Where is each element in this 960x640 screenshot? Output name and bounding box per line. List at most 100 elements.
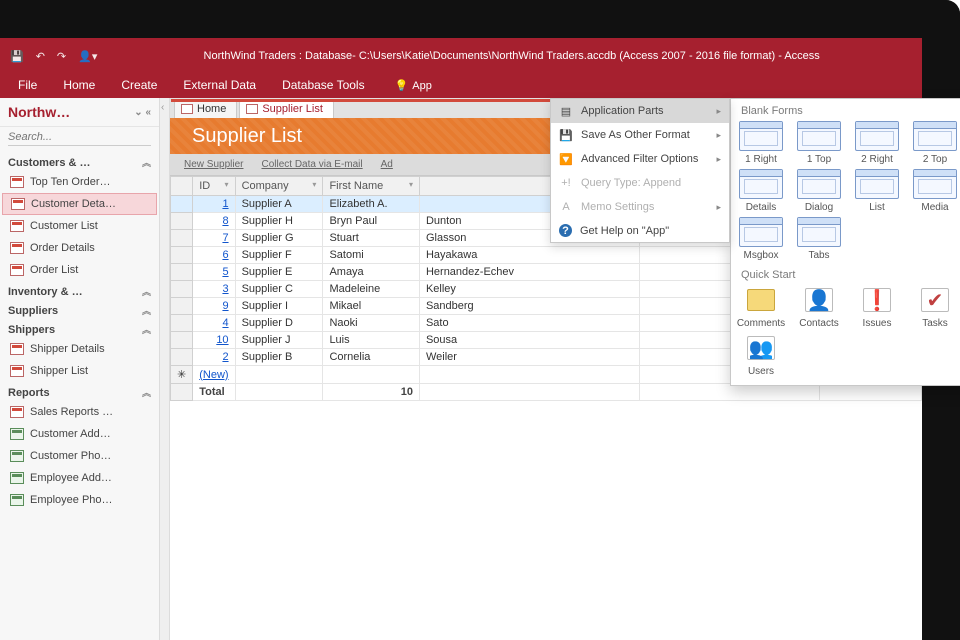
nav-item[interactable]: Customer Add…	[0, 423, 159, 445]
gallery-item[interactable]: ✔Tasks	[911, 285, 959, 329]
cell-company[interactable]: Supplier G	[235, 230, 323, 247]
gallery-item[interactable]: Tabs	[795, 217, 843, 261]
cell-first[interactable]: Elizabeth A.	[323, 196, 420, 213]
row-selector[interactable]	[171, 315, 193, 332]
gallery-item[interactable]: Details	[737, 169, 785, 213]
cell-id[interactable]: 2	[193, 349, 235, 366]
cell-id[interactable]: 10	[193, 332, 235, 349]
ribbon-tab-external-data[interactable]: External Data	[171, 74, 268, 98]
cell-first[interactable]: Amaya	[323, 264, 420, 281]
gallery-item[interactable]: ❗Issues	[853, 285, 901, 329]
row-selector[interactable]	[171, 196, 193, 213]
cell-company[interactable]: Supplier H	[235, 213, 323, 230]
menu-item[interactable]: 💾Save As Other Format▸	[551, 123, 729, 147]
cell-company[interactable]: Supplier J	[235, 332, 323, 349]
save-icon[interactable]: 💾	[10, 50, 24, 63]
col-first-name[interactable]: First Name▾	[323, 177, 420, 196]
row-selector[interactable]	[171, 264, 193, 281]
cell-first[interactable]: Mikael	[323, 298, 420, 315]
doc-tab-home[interactable]: Home	[174, 100, 237, 118]
gallery-item[interactable]: 2 Top	[911, 121, 959, 165]
nav-group[interactable]: Shippers︽	[0, 319, 159, 338]
gallery-item[interactable]: Comments	[737, 285, 785, 329]
nav-collapse-handle[interactable]	[160, 98, 170, 640]
nav-group[interactable]: Customers & …︽	[0, 152, 159, 171]
cell-first[interactable]: Madeleine	[323, 281, 420, 298]
ribbon-tab-database-tools[interactable]: Database Tools	[270, 74, 377, 98]
cell-first[interactable]: Luis	[323, 332, 420, 349]
nav-item[interactable]: Customer Pho…	[0, 445, 159, 467]
menu-item[interactable]: ?Get Help on "App"	[551, 219, 729, 242]
nav-group[interactable]: Suppliers︽	[0, 300, 159, 319]
menu-item[interactable]: 🔽Advanced Filter Options▸	[551, 147, 729, 171]
cell-id[interactable]: 7	[193, 230, 235, 247]
gallery-item[interactable]: 2 Right	[853, 121, 901, 165]
nav-item[interactable]: Order Details	[0, 237, 159, 259]
cell-id[interactable]: 1	[193, 196, 235, 213]
cell-id[interactable]: 4	[193, 315, 235, 332]
nav-search-input[interactable]	[8, 129, 151, 146]
nav-item[interactable]: Shipper List	[0, 360, 159, 382]
gallery-item[interactable]: List	[853, 169, 901, 213]
nav-item[interactable]: Shipper Details	[0, 338, 159, 360]
cell-company[interactable]: Supplier A	[235, 196, 323, 213]
cell-company[interactable]: Supplier D	[235, 315, 323, 332]
ribbon-tab-file[interactable]: File	[6, 74, 49, 98]
row-selector[interactable]	[171, 247, 193, 264]
gallery-item[interactable]: 1 Right	[737, 121, 785, 165]
cell-last[interactable]: Hernandez-Echev	[419, 264, 639, 281]
nav-item[interactable]: Top Ten Order…	[0, 171, 159, 193]
row-selector[interactable]	[171, 230, 193, 247]
toolbar-more[interactable]: Ad	[381, 159, 393, 170]
new-supplier-link[interactable]: New Supplier	[184, 159, 243, 170]
cell-company[interactable]: Supplier I	[235, 298, 323, 315]
cell-first[interactable]: Cornelia	[323, 349, 420, 366]
nav-item[interactable]: Order List	[0, 259, 159, 281]
redo-icon[interactable]: ↷	[57, 50, 66, 63]
gallery-item[interactable]: 1 Top	[795, 121, 843, 165]
col-company[interactable]: Company▾	[235, 177, 323, 196]
cell-last[interactable]: Sandberg	[419, 298, 639, 315]
row-selector[interactable]	[171, 332, 193, 349]
row-selector[interactable]	[171, 298, 193, 315]
gallery-item[interactable]: Media	[911, 169, 959, 213]
gallery-item[interactable]: Dialog	[795, 169, 843, 213]
cell-first[interactable]: Satomi	[323, 247, 420, 264]
ribbon-tab-home[interactable]: Home	[51, 74, 107, 98]
col-id[interactable]: ID▾	[193, 177, 235, 196]
gallery-item[interactable]: 👤Contacts	[795, 285, 843, 329]
cell-id[interactable]: 9	[193, 298, 235, 315]
cell-id[interactable]: 6	[193, 247, 235, 264]
cell-company[interactable]: Supplier B	[235, 349, 323, 366]
user-icon[interactable]: 👤▾	[78, 50, 97, 63]
doc-tab-supplier-list[interactable]: Supplier List	[239, 100, 334, 118]
collect-data-link[interactable]: Collect Data via E-mail	[261, 159, 362, 170]
new-row-label[interactable]: (New)	[193, 366, 235, 384]
cell-company[interactable]: Supplier C	[235, 281, 323, 298]
cell-company[interactable]: Supplier E	[235, 264, 323, 281]
nav-title[interactable]: Northw… ⌄ «	[0, 98, 159, 127]
gallery-item[interactable]: 👥Users	[737, 333, 785, 377]
cell-last[interactable]: Weiler	[419, 349, 639, 366]
cell-last[interactable]: Sato	[419, 315, 639, 332]
undo-icon[interactable]: ↶	[36, 50, 45, 63]
row-selector[interactable]	[171, 213, 193, 230]
menu-item[interactable]: ▤Application Parts▸	[551, 99, 729, 123]
nav-item[interactable]: Customer Deta…	[2, 193, 157, 215]
row-selector[interactable]	[171, 281, 193, 298]
cell-company[interactable]: Supplier F	[235, 247, 323, 264]
cell-id[interactable]: 8	[193, 213, 235, 230]
cell-last[interactable]: Hayakawa	[419, 247, 639, 264]
tell-me[interactable]: 💡 App	[385, 75, 442, 98]
nav-group[interactable]: Inventory & …︽	[0, 281, 159, 300]
cell-id[interactable]: 3	[193, 281, 235, 298]
cell-id[interactable]: 5	[193, 264, 235, 281]
cell-last[interactable]: Sousa	[419, 332, 639, 349]
nav-item[interactable]: Sales Reports …	[0, 401, 159, 423]
cell-last[interactable]: Kelley	[419, 281, 639, 298]
nav-item[interactable]: Employee Add…	[0, 467, 159, 489]
ribbon-tab-create[interactable]: Create	[109, 74, 169, 98]
cell-first[interactable]: Stuart	[323, 230, 420, 247]
row-selector[interactable]	[171, 349, 193, 366]
cell-first[interactable]: Bryn Paul	[323, 213, 420, 230]
